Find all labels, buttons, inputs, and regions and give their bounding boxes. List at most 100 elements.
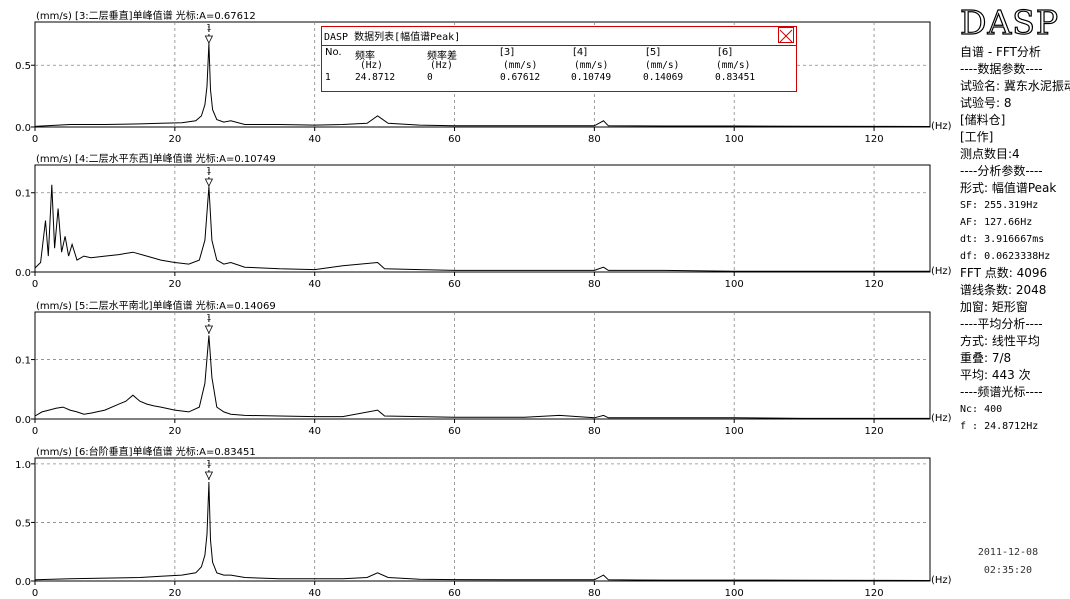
parameter-line: f : 24.8712Hz [960,421,1039,432]
col-unit-ch3: (mm/s) [503,60,538,71]
y-tick-label: 0.0 [15,123,31,134]
x-tick-label: 0 [32,134,38,145]
col-unit-ch6: (mm/s) [716,60,751,71]
y-tick-label: 1.0 [15,460,31,471]
x-tick-label: 80 [588,279,601,290]
x-tick-label: 40 [308,426,321,437]
col-header-no: No. [325,47,342,58]
x-axis-unit: (Hz) [931,575,952,586]
x-tick-label: 20 [168,426,181,437]
plot-frame [34,457,931,582]
y-tick-label: 0.0 [15,415,31,426]
col-header-ch4: [4] [573,47,588,58]
parameter-line: 方式: 线性平均 [960,334,1040,348]
y-tick-label: 0.0 [15,268,31,279]
x-tick-label: 60 [448,134,461,145]
row-cell-no: 1 [325,72,331,83]
row-cell-ch6: 0.83451 [715,72,756,83]
col-header-ch3: [3] [500,47,515,58]
col-unit-ch4: (mm/s) [574,60,609,71]
col-unit-freq-diff: (Hz) [430,60,453,71]
x-tick-label: 0 [32,588,38,599]
plot-frame [34,311,931,420]
col-header-ch5: [5] [646,47,661,58]
parameter-line: Nc: 400 [960,404,1003,415]
y-tick-label: 0.5 [15,61,31,72]
date-label: 2011-12-08 [977,547,1039,558]
x-tick-label: 0 [32,279,38,290]
parameter-line: AF: 127.66Hz [960,217,1033,228]
row-cell-ch5: 0.14069 [643,72,684,83]
x-tick-label: 60 [448,279,461,290]
x-tick-label: 60 [448,426,461,437]
x-tick-label: 0 [32,426,38,437]
parameter-line: ----平均分析---- [960,317,1043,331]
col-header-ch6: [6] [718,47,733,58]
close-icon[interactable] [778,27,794,43]
x-tick-label: 80 [588,588,601,599]
parameter-line: 加窗: 矩形窗 [960,300,1028,314]
row-cell-ch3: 0.67612 [500,72,541,83]
row-cell-freq-diff: 0 [427,72,433,83]
x-tick-label: 60 [448,588,461,599]
x-tick-label: 80 [588,426,601,437]
parameter-line: df: 0.0623338Hz [960,251,1051,262]
parameter-line: FFT 点数: 4096 [960,266,1048,280]
chart-title: (mm/s) [3:二层垂直]单峰值谱 光标:A=0.67612 [36,9,256,22]
x-axis-unit: (Hz) [931,266,952,277]
parameter-line: [工作] [960,130,994,144]
x-tick-label: 40 [308,279,321,290]
x-tick-label: 20 [168,279,181,290]
col-unit-freq: (Hz) [360,60,383,71]
chart-title: (mm/s) [6:台阶垂直]单峰值谱 光标:A=0.83451 [36,445,256,458]
chart-title: (mm/s) [4:二层水平东西]单峰值谱 光标:A=0.10749 [36,152,276,165]
cursor-label: 1 [206,166,211,175]
x-tick-label: 100 [725,279,744,290]
y-tick-label: 0.0 [15,577,31,588]
parameter-list: 自谱 - FFT分析 ----数据参数---- 试验名: 冀东水泥振动 试验号: 8 [… [960,44,1070,435]
x-tick-label: 100 [725,588,744,599]
x-tick-label: 40 [308,134,321,145]
y-tick-label: 0.1 [15,189,31,200]
parameter-line: dt: 3.916667ms [960,234,1045,245]
plot-frame [34,164,931,273]
parameter-line: ----频谱光标---- [960,385,1043,399]
parameter-sidebar: DASP 自谱 - FFT分析 ----数据参数---- 试验名: 冀东水泥振动 试验… [958,0,1070,599]
parameter-line: 试验名: 冀东水泥振动 [960,79,1070,93]
x-tick-label: 120 [865,588,884,599]
x-axis-unit: (Hz) [931,121,952,132]
parameter-line: 平均: 443 次 [960,368,1031,382]
y-tick-label: 0.5 [15,518,31,529]
chart-title: (mm/s) [5:二层水平南北]单峰值谱 光标:A=0.14069 [36,299,276,312]
parameter-line: 自谱 - FFT分析 [960,45,1041,59]
parameter-line: [储料仓] [960,113,1006,127]
parameter-line: 重叠: 7/8 [960,351,1012,365]
dasp-logo: DASP [959,3,1060,42]
row-cell-ch4: 0.10749 [571,72,612,83]
x-tick-label: 20 [168,588,181,599]
x-axis-unit: (Hz) [931,413,952,424]
x-tick-label: 20 [168,134,181,145]
parameter-line: 谱线条数: 2048 [960,283,1047,297]
parameter-line: 测点数目:4 [960,147,1020,161]
cursor-label: 1 [206,459,211,468]
x-tick-label: 100 [725,426,744,437]
col-unit-ch5: (mm/s) [645,60,680,71]
x-tick-label: 100 [725,134,744,145]
y-tick-label: 0.1 [15,356,31,367]
parameter-line: ----分析参数---- [960,164,1043,178]
popup-title: DASP 数据列表[幅值谱Peak] [324,32,461,43]
row-cell-freq: 24.8712 [355,72,396,83]
x-tick-label: 80 [588,134,601,145]
time-label: 02:35:20 [983,565,1033,576]
x-tick-label: 120 [865,426,884,437]
data-list-popup[interactable]: DASP 数据列表[幅值谱Peak] No. 频率 频率差 [3] [4] [5… [321,26,797,92]
parameter-line: 试验号: 8 [960,96,1012,110]
x-tick-label: 120 [865,134,884,145]
cursor-label: 1 [206,313,211,322]
popup-divider [322,45,796,46]
parameter-line: SF: 255.319Hz [960,200,1039,211]
parameter-line: ----数据参数---- [960,62,1043,76]
x-tick-label: 40 [308,588,321,599]
parameter-line: 形式: 幅值谱Peak [960,181,1057,195]
